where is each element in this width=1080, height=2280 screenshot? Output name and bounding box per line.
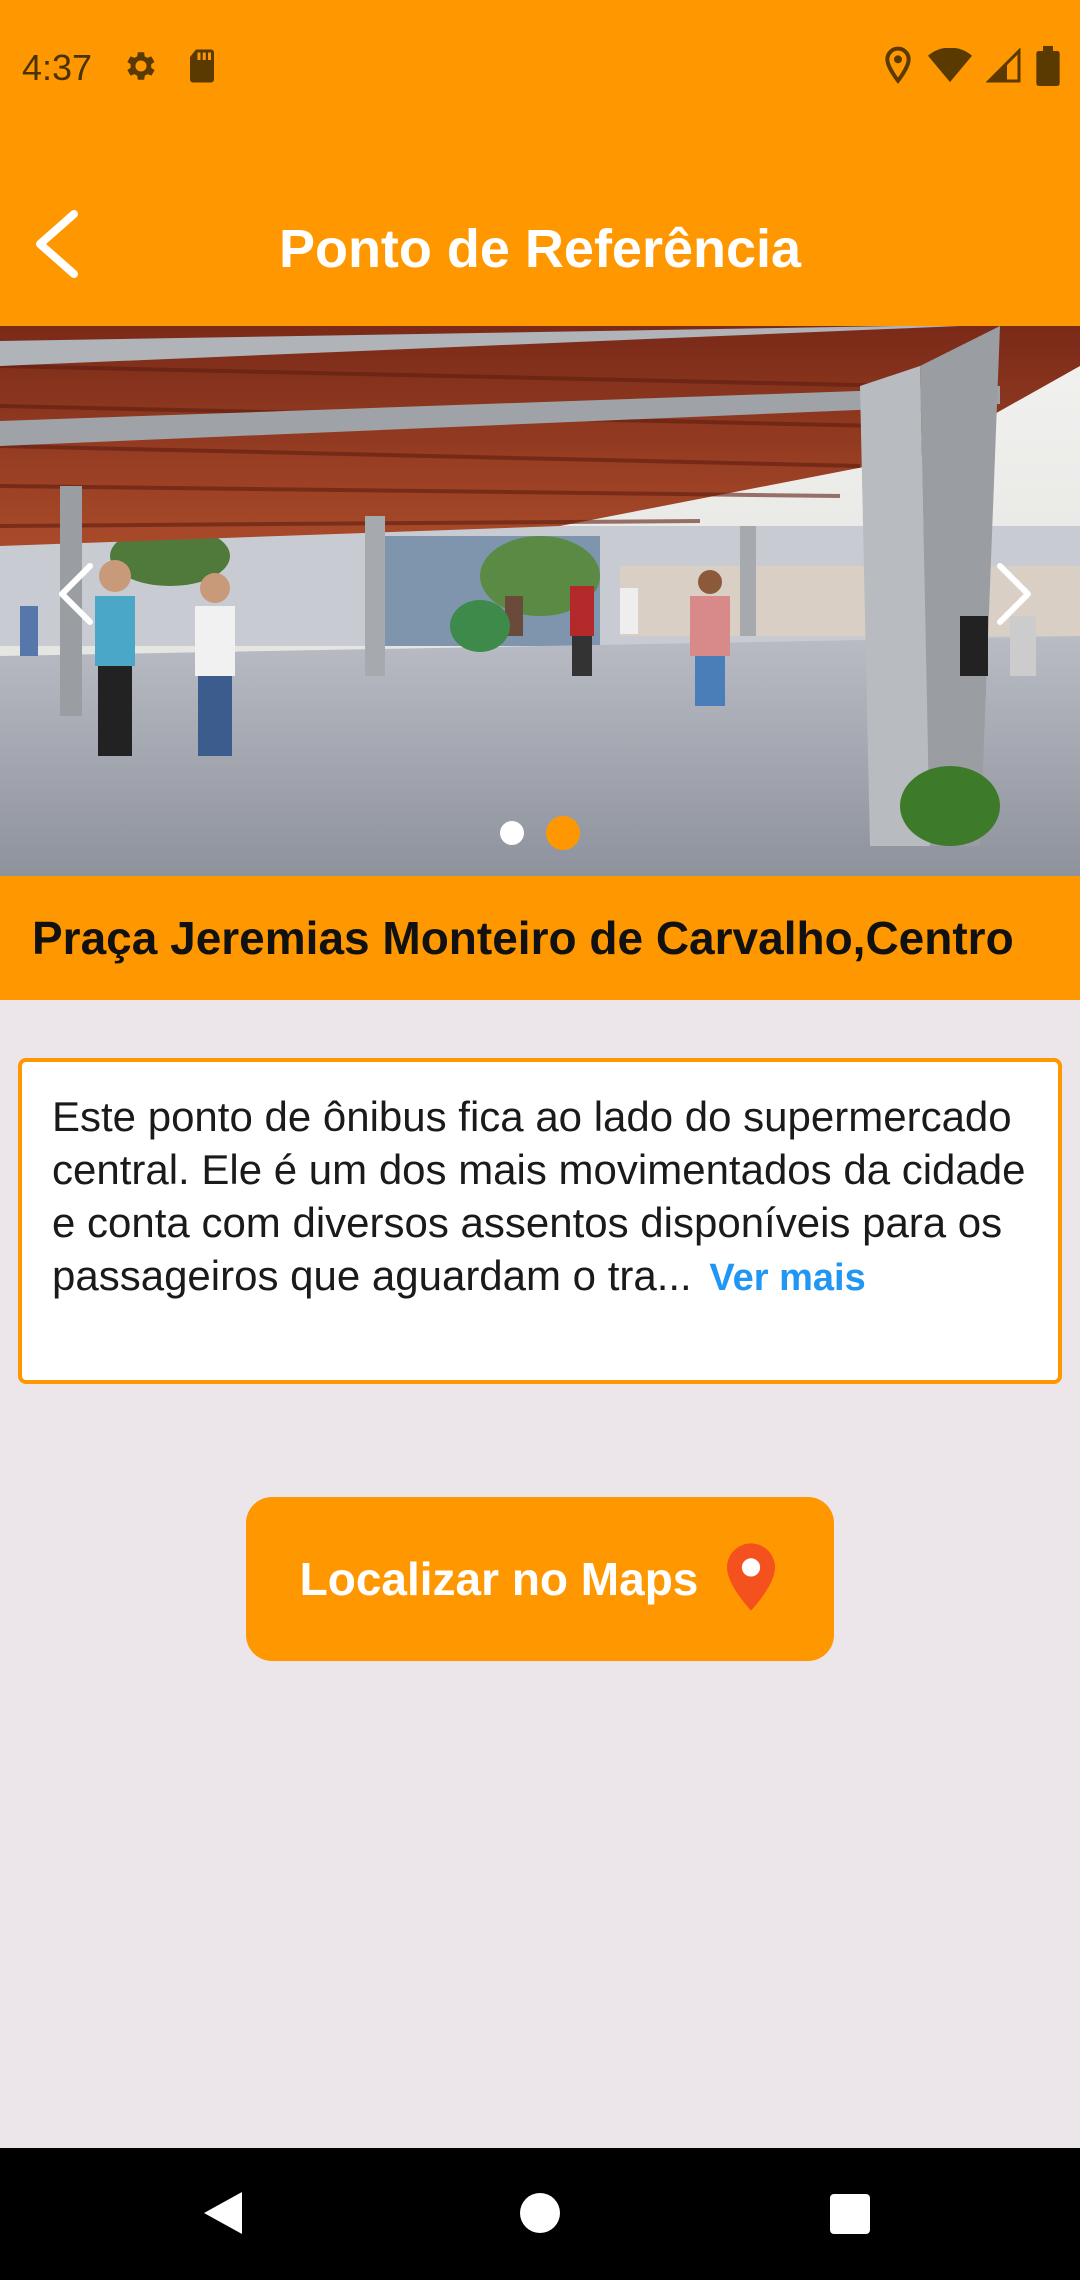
page-title: Ponto de Referência: [278, 219, 802, 279]
place-title: Praça Jeremias Monteiro de Carvalho,Cent…: [32, 912, 1014, 964]
description-text-block: Este ponto de ônibus fica ao lado do sup…: [52, 1090, 1028, 1305]
settings-icon: [122, 47, 160, 90]
nav-back-button[interactable]: [200, 2188, 246, 2243]
maps-button-label: Localizar no Maps: [299, 1553, 699, 1605]
image-carousel[interactable]: [0, 326, 1080, 876]
chevron-right-icon: [980, 563, 1040, 638]
ver-mais-link[interactable]: Ver mais: [709, 1257, 865, 1299]
location-icon: [882, 46, 914, 91]
recents-square-icon: [828, 2194, 872, 2242]
app-bar: Ponto de Referência: [0, 136, 1080, 326]
nav-home-button[interactable]: [518, 2188, 562, 2243]
locate-on-maps-button[interactable]: Localizar no Maps: [246, 1497, 834, 1661]
carousel-indicator: [0, 816, 1080, 850]
carousel-dot[interactable]: [500, 821, 524, 845]
signal-icon: [985, 47, 1022, 89]
map-pin-icon: [722, 1541, 780, 1618]
chevron-left-icon: [50, 563, 110, 638]
back-triangle-icon: [200, 2192, 246, 2242]
status-right-icons: [882, 46, 1060, 91]
sd-card-icon: [186, 48, 218, 89]
description-text: Este ponto de ônibus fica ao lado do sup…: [52, 1093, 1026, 1299]
status-bar: 4:37: [0, 0, 1080, 136]
home-circle-icon: [518, 2193, 562, 2242]
carousel-dot-active[interactable]: [546, 816, 580, 850]
place-title-bar: Praça Jeremias Monteiro de Carvalho,Cent…: [0, 876, 1080, 1000]
description-card: Este ponto de ônibus fica ao lado do sup…: [18, 1058, 1062, 1384]
system-nav-bar: [0, 2148, 1080, 2280]
status-time: 4:37: [22, 47, 93, 88]
plaza-photo: [0, 326, 1080, 876]
wifi-icon: [928, 47, 972, 89]
nav-recents-button[interactable]: [828, 2188, 872, 2243]
carousel-next-button[interactable]: [980, 554, 1040, 634]
screen: 4:37 Ponto de Referência Praça Jeremias …: [0, 0, 1080, 2280]
carousel-prev-button[interactable]: [50, 554, 110, 634]
battery-icon: [1036, 46, 1060, 91]
